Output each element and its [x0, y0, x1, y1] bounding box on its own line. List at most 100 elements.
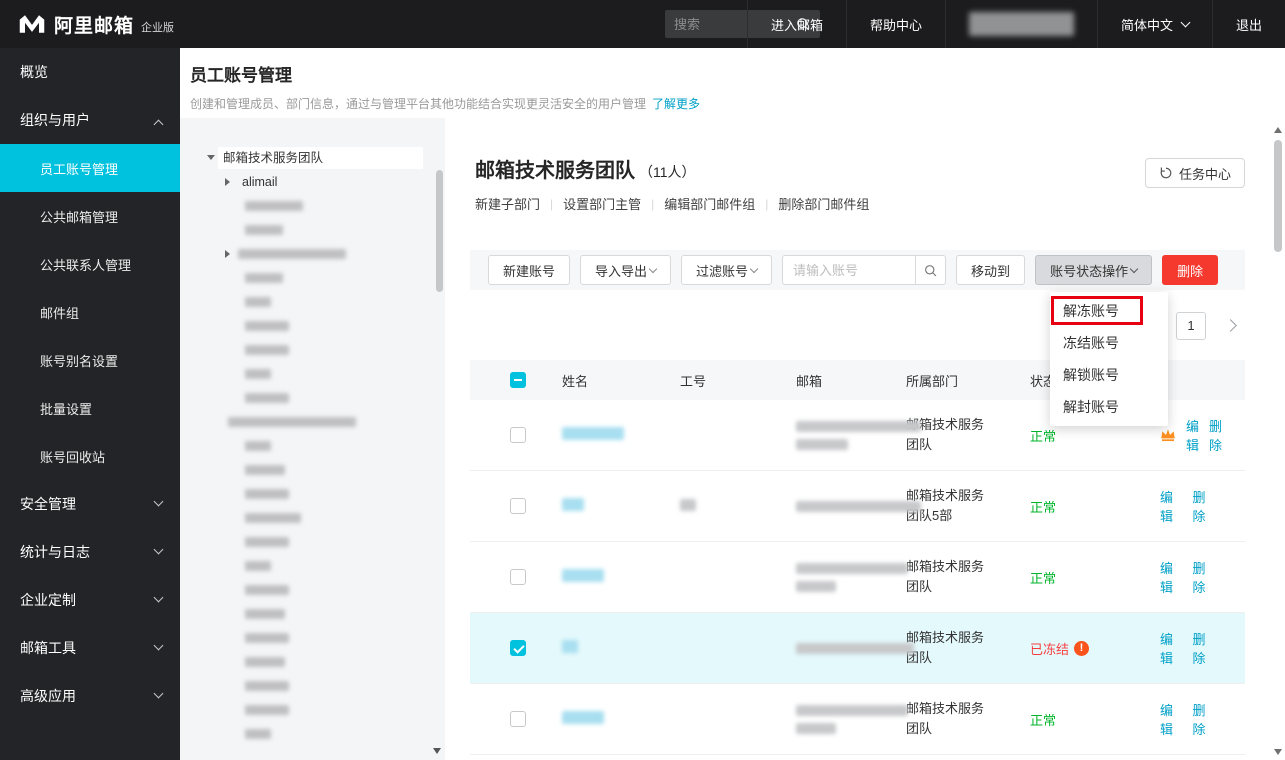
select-all-checkbox[interactable]	[510, 372, 526, 388]
sidebar-item-1[interactable]: 概览	[0, 48, 180, 96]
tree-scrollbar-thumb[interactable]	[436, 170, 443, 292]
employee-name-redacted[interactable]	[562, 498, 584, 511]
language-selector[interactable]: 简体中文	[1097, 0, 1212, 48]
learn-more-link[interactable]: 了解更多	[652, 97, 700, 111]
employee-name-redacted[interactable]	[562, 569, 604, 582]
sidebar-item-6[interactable]: 邮件组	[0, 288, 180, 336]
chevron-down-icon	[649, 264, 657, 272]
status-cell: 正常	[1014, 568, 1144, 587]
account-search-input[interactable]	[782, 255, 915, 285]
tree-node-3[interactable]	[180, 194, 445, 218]
tree-node-5[interactable]	[180, 242, 445, 266]
sidebar-item-12[interactable]: 企业定制	[0, 576, 180, 624]
enter-mailbox-button[interactable]: 进入邮箱	[747, 0, 846, 48]
tree-node-12[interactable]	[180, 410, 445, 434]
delete-link[interactable]: 删除	[1193, 629, 1216, 667]
edit-link[interactable]: 编辑	[1160, 629, 1183, 667]
logout-button[interactable]: 退出	[1212, 0, 1285, 48]
caret-collapsed-icon[interactable]	[225, 250, 230, 258]
tree-node-20[interactable]	[180, 602, 445, 626]
edit-link[interactable]: 编辑	[1160, 700, 1183, 738]
row-checkbox[interactable]	[510, 569, 526, 585]
delete-link[interactable]: 删除	[1193, 487, 1216, 525]
email-redacted	[796, 723, 836, 734]
sidebar-item-13[interactable]: 邮箱工具	[0, 624, 180, 672]
sidebar-item-3[interactable]: 员工账号管理	[0, 144, 180, 192]
delete-link[interactable]: 删除	[1209, 416, 1222, 454]
task-center-button[interactable]: 任务中心	[1145, 158, 1245, 188]
tree-node-16[interactable]	[180, 506, 445, 530]
tree-node-1[interactable]: 邮箱技术服务团队	[180, 146, 445, 170]
dept-action-2[interactable]: 设置部门主管	[563, 194, 641, 213]
edit-link[interactable]: 编辑	[1160, 558, 1183, 596]
employee-name-redacted[interactable]	[562, 640, 578, 653]
scroll-down-icon[interactable]	[1274, 749, 1282, 755]
pagination-next-icon[interactable]	[1224, 319, 1237, 332]
tree-node-22[interactable]	[180, 650, 445, 674]
employee-name-redacted[interactable]	[562, 427, 624, 440]
dept-action-1[interactable]: 新建子部门	[475, 194, 540, 213]
menu-item-unfreeze-account[interactable]: 解冻账号	[1050, 295, 1168, 327]
status-ops-button[interactable]: 账号状态操作	[1035, 255, 1152, 285]
tree-node-14[interactable]	[180, 458, 445, 482]
tree-node-24[interactable]	[180, 698, 445, 722]
tree-node-18[interactable]	[180, 554, 445, 578]
delete-button[interactable]: 删除	[1162, 255, 1218, 285]
tree-node-21[interactable]	[180, 626, 445, 650]
filter-account-button[interactable]: 过滤账号	[681, 255, 772, 285]
sidebar-item-11[interactable]: 统计与日志	[0, 528, 180, 576]
edit-link[interactable]: 编辑	[1186, 416, 1199, 454]
pagination-page-1[interactable]: 1	[1176, 312, 1206, 340]
edit-link[interactable]: 编辑	[1160, 487, 1183, 525]
sidebar-item-8[interactable]: 批量设置	[0, 384, 180, 432]
sidebar-item-9[interactable]: 账号回收站	[0, 432, 180, 480]
help-center-button[interactable]: 帮助中心	[846, 0, 945, 48]
row-checkbox[interactable]	[510, 498, 526, 514]
row-checkbox[interactable]	[510, 711, 526, 727]
sidebar-item-5[interactable]: 公共联系人管理	[0, 240, 180, 288]
delete-label: 删除	[1177, 261, 1203, 280]
delete-link[interactable]: 删除	[1193, 558, 1216, 596]
dept-action-4[interactable]: 删除部门邮件组	[778, 194, 869, 213]
tree-node-19[interactable]	[180, 578, 445, 602]
tree-node-11[interactable]	[180, 386, 445, 410]
tree-node-redacted	[245, 201, 303, 211]
sidebar-item-14[interactable]: 高级应用	[0, 672, 180, 720]
sidebar-item-4[interactable]: 公共邮箱管理	[0, 192, 180, 240]
tree-node-15[interactable]	[180, 482, 445, 506]
tree-scroll-down-icon[interactable]	[433, 748, 441, 754]
tree-node-10[interactable]	[180, 362, 445, 386]
employee-name-redacted[interactable]	[562, 711, 604, 724]
page-scrollbar-thumb[interactable]	[1274, 140, 1282, 252]
tree-node-13[interactable]	[180, 434, 445, 458]
new-account-button[interactable]: 新建账号	[488, 255, 570, 285]
row-checkbox[interactable]	[510, 640, 526, 656]
row-checkbox[interactable]	[510, 427, 526, 443]
tree-node-4[interactable]	[180, 218, 445, 242]
caret-collapsed-icon[interactable]	[225, 178, 230, 186]
caret-expanded-icon[interactable]	[207, 155, 215, 160]
sidebar-item-10[interactable]: 安全管理	[0, 480, 180, 528]
tree-node-25[interactable]	[180, 722, 445, 746]
tree-node-23[interactable]	[180, 674, 445, 698]
department-header: 邮箱技术服务团队 （11人）	[475, 154, 696, 183]
tree-node-6[interactable]	[180, 266, 445, 290]
account-search-button[interactable]	[915, 255, 946, 285]
tree-node-7[interactable]	[180, 290, 445, 314]
scroll-up-icon[interactable]	[1274, 127, 1282, 133]
dept-action-3[interactable]: 编辑部门邮件组	[664, 194, 755, 213]
import-export-button[interactable]: 导入导出	[580, 255, 671, 285]
tree-node-2[interactable]: alimail	[180, 170, 445, 194]
menu-item-unlock-account[interactable]: 解锁账号	[1050, 359, 1168, 391]
tree-node-8[interactable]	[180, 314, 445, 338]
sidebar-item-2[interactable]: 组织与用户	[0, 96, 180, 144]
sidebar-item-7[interactable]: 账号别名设置	[0, 336, 180, 384]
move-to-button[interactable]: 移动到	[956, 255, 1025, 285]
tree-node-17[interactable]	[180, 530, 445, 554]
account-menu[interactable]	[945, 0, 1097, 48]
menu-item-unban-account[interactable]: 解封账号	[1050, 391, 1168, 423]
menu-item-freeze-account[interactable]: 冻结账号	[1050, 327, 1168, 359]
delete-link[interactable]: 删除	[1193, 700, 1216, 738]
chevron-down-icon	[1130, 264, 1138, 272]
tree-node-9[interactable]	[180, 338, 445, 362]
